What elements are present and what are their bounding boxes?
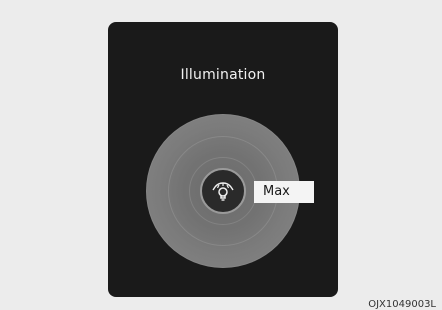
illumination-level-label: Max [254, 181, 314, 203]
figure-code: OJX1049003L [368, 299, 436, 310]
dial-knob[interactable] [200, 168, 246, 214]
instrument-illumination-icon [212, 182, 234, 201]
illumination-screen: Illumination Max [108, 22, 338, 297]
screen-title: Illumination [180, 67, 266, 83]
